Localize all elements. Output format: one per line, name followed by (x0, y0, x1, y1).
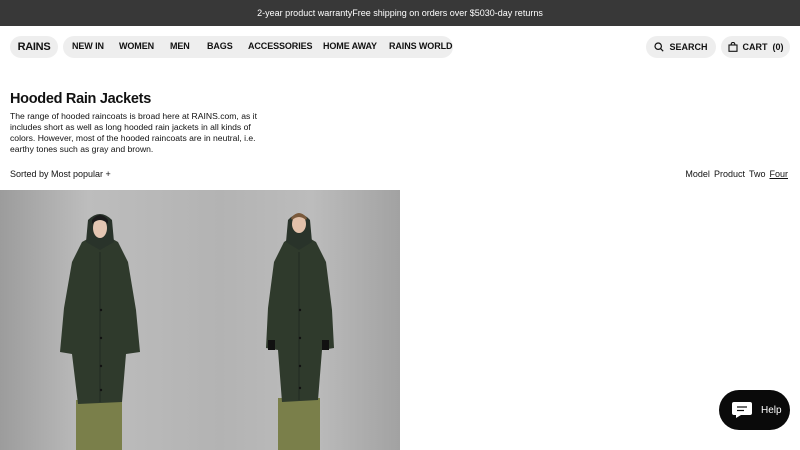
help-label: Help (761, 404, 782, 416)
cart-button[interactable]: CART (0) (721, 36, 790, 58)
cart-count: (0) (772, 42, 784, 52)
nav-item-rains-world[interactable]: RAINS WORLD (389, 41, 453, 51)
nav-item-bags[interactable]: BAGS (207, 41, 233, 51)
bag-icon (727, 42, 738, 52)
nav-item-accessories[interactable]: ACCESSORIES (248, 41, 313, 51)
search-button[interactable]: SEARCH (646, 36, 716, 58)
nav-item-home-away[interactable]: HOME AWAY (323, 41, 377, 51)
cart-label: CART (742, 42, 768, 52)
announcement-bar: 2-year product warrantyFree shipping on … (0, 0, 800, 26)
sort-dropdown[interactable]: Sorted by Most popular + (10, 169, 111, 179)
search-icon (654, 42, 665, 52)
view-model[interactable]: Model (685, 169, 710, 179)
model-figure-left (60, 214, 140, 450)
announcement-text: 2-year product warrantyFree shipping on … (257, 8, 543, 18)
view-switcher: Model Product Two Four (685, 169, 788, 179)
nav-item-new-in[interactable]: NEW IN (72, 41, 104, 51)
site-header: RAINS NEW IN WOMEN MEN BAGS ACCESSORIES … (0, 26, 800, 68)
model-figure-right (266, 213, 334, 450)
nav-item-men[interactable]: MEN (170, 41, 190, 51)
view-two[interactable]: Two (749, 169, 766, 179)
search-label: SEARCH (669, 42, 708, 52)
nav-item-women[interactable]: WOMEN (119, 41, 154, 51)
chat-bubble-icon (731, 401, 753, 419)
help-chat-button[interactable]: Help (719, 390, 790, 430)
category-description: The range of hooded raincoats is broad h… (10, 111, 257, 155)
view-four[interactable]: Four (769, 169, 788, 179)
view-product[interactable]: Product (714, 169, 745, 179)
main-nav: NEW IN WOMEN MEN BAGS ACCESSORIES HOME A… (63, 36, 453, 58)
product-image[interactable] (0, 190, 400, 450)
rains-logo[interactable]: RAINS (10, 36, 58, 58)
page-title: Hooded Rain Jackets (10, 91, 151, 107)
